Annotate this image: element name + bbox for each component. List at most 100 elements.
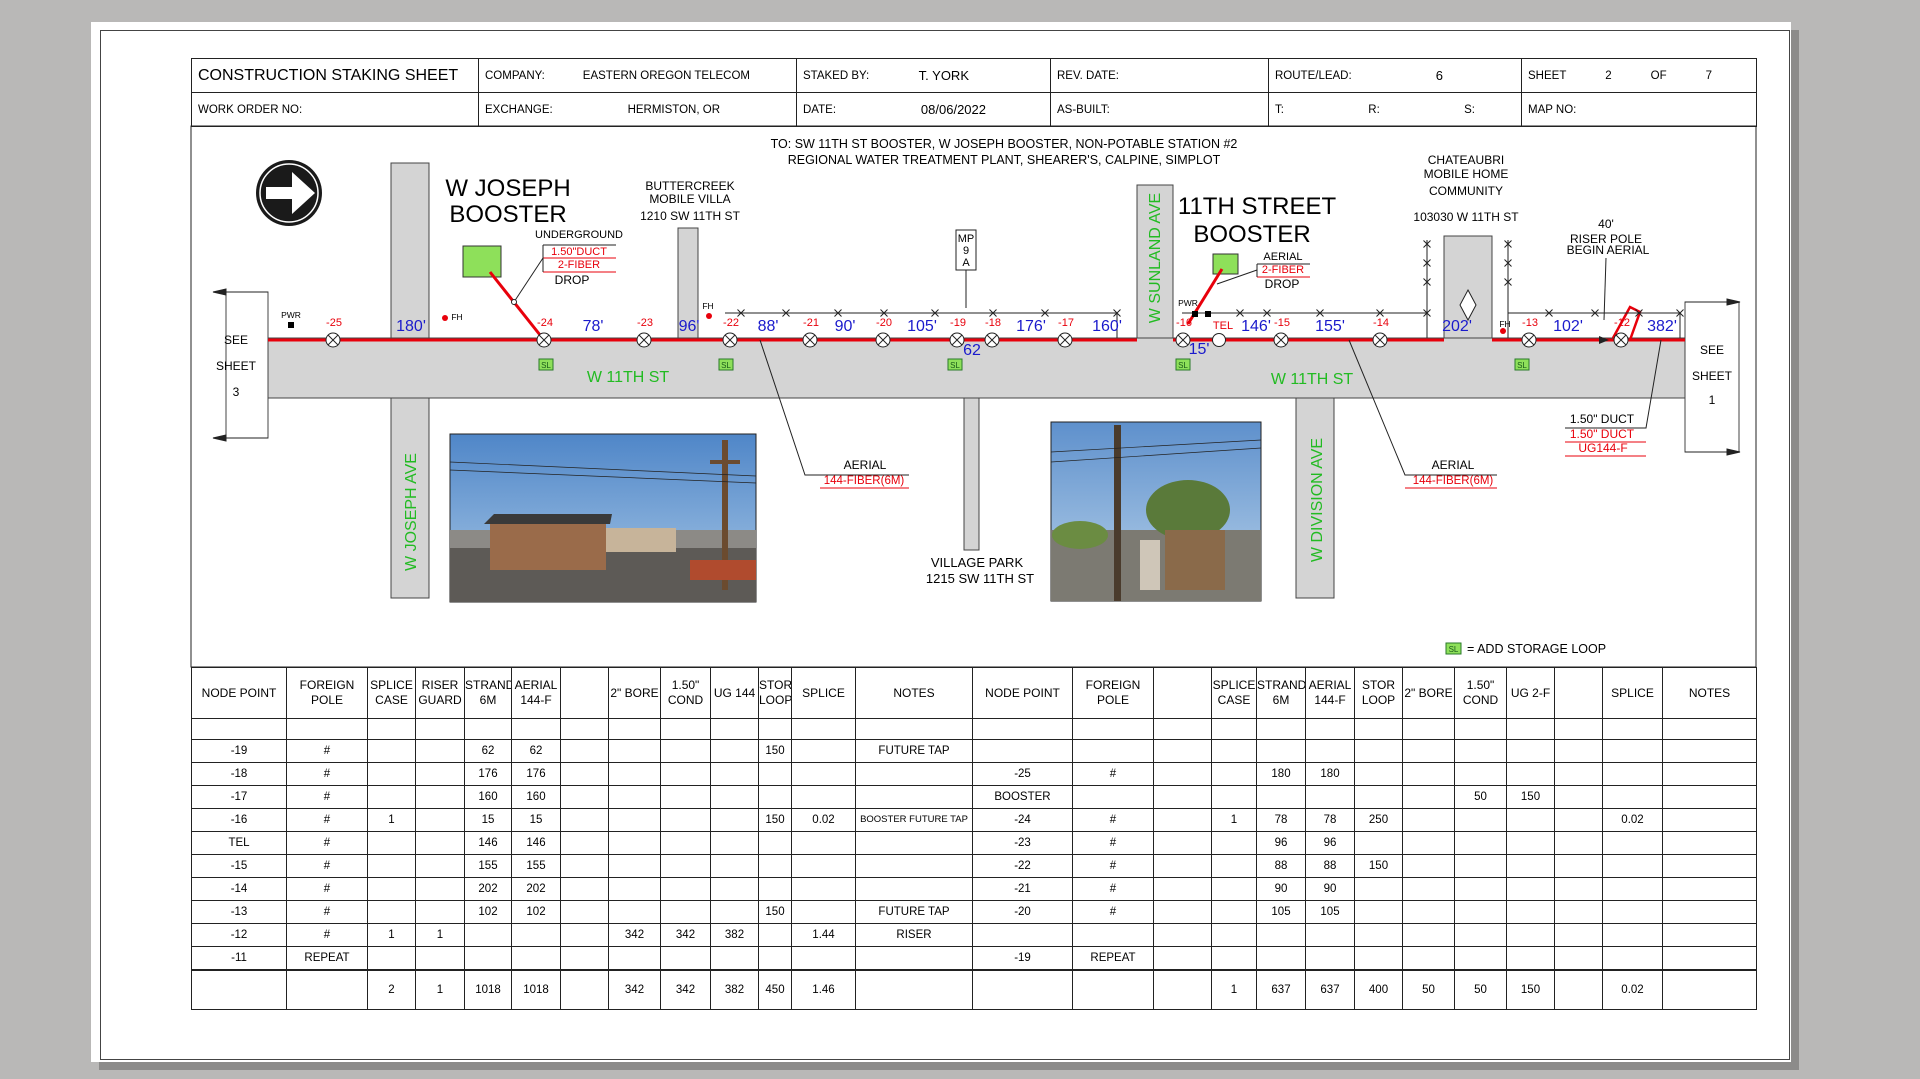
span-length-label: 90' <box>835 318 856 335</box>
table-cell: # <box>286 923 368 947</box>
table-cell <box>1153 831 1212 855</box>
table-row: -25 #180 180 <box>972 762 1757 786</box>
table-cell <box>1602 762 1663 786</box>
table-cell <box>286 718 368 740</box>
fh-label-3: FH <box>1499 319 1510 329</box>
table-cell: 102 <box>464 900 512 924</box>
table-cell <box>660 854 711 878</box>
table-cell <box>415 900 465 924</box>
table-cell: # <box>1072 762 1154 786</box>
table-cell: 90 <box>1256 877 1306 901</box>
storage-loop-icon: SL <box>947 358 963 371</box>
table-cell <box>1153 923 1212 947</box>
span-length-label: 202' <box>1442 318 1472 335</box>
column-header: NOTES <box>1662 667 1757 719</box>
table-cell <box>660 831 711 855</box>
column-header <box>560 667 609 719</box>
table-cell <box>1662 923 1757 947</box>
aerial-callout-a: AERIAL <box>844 458 887 472</box>
table-cell <box>1602 739 1663 763</box>
table-cell <box>791 785 856 809</box>
table-cell: -20 <box>972 900 1073 924</box>
table-cell: BOOSTER <box>972 785 1073 809</box>
column-header: STOR LOOP <box>758 667 792 719</box>
table-row <box>191 718 973 740</box>
chateaubri-label-3: COMMUNITY <box>1429 184 1503 198</box>
total-cell <box>1554 969 1603 1010</box>
table-cell <box>560 831 609 855</box>
pwr-marker-3 <box>1205 311 1211 317</box>
table-cell <box>660 718 711 740</box>
table-cell <box>758 923 792 947</box>
span-length-label: 180' <box>396 318 426 335</box>
table-cell <box>1153 900 1212 924</box>
table-cell <box>1506 923 1555 947</box>
table-cell <box>1072 739 1154 763</box>
table-cell <box>791 762 856 786</box>
table-cell <box>1506 762 1555 786</box>
span-length-label: 78' <box>583 318 604 335</box>
table-cell <box>1554 946 1603 971</box>
see-sheet-right-2: SHEET <box>1692 369 1733 383</box>
table-row <box>972 739 1757 763</box>
table-cell <box>1072 923 1154 947</box>
chateaubri-label-4: 103030 W 11TH ST <box>1413 210 1519 224</box>
node-label: -18 <box>985 317 1001 329</box>
ug-duct-label: 1.50"DUCT <box>551 246 607 258</box>
node-label: -19 <box>950 317 966 329</box>
table-cell <box>367 739 416 763</box>
street-booster-label-1: 11TH STREET <box>1178 193 1337 220</box>
table-cell <box>660 900 711 924</box>
fh-marker-2 <box>706 313 712 319</box>
table-cell: -14 <box>191 877 287 901</box>
span-length-label: 176' <box>1016 318 1046 335</box>
underground-label: UNDERGROUND <box>535 229 623 241</box>
storage-loop-icon: SL <box>718 358 734 371</box>
table-cell <box>560 739 609 763</box>
village-park-label-2: 1215 SW 11TH ST <box>926 571 1034 586</box>
chateaubri-label-2: MOBILE HOME <box>1424 167 1509 181</box>
table-row <box>972 718 1757 740</box>
table-cell: -19 <box>972 946 1073 971</box>
see-sheet-right-3: 1 <box>1709 393 1716 407</box>
node-pole-icon <box>325 332 341 348</box>
total-cell <box>286 969 368 1010</box>
table-cell <box>791 718 856 740</box>
table-cell: # <box>286 808 368 832</box>
table-row: -13 #102 102 150 FUTURE TAP <box>191 900 973 924</box>
table-cell <box>1354 923 1403 947</box>
table-cell <box>1554 808 1603 832</box>
table-cell <box>415 946 465 971</box>
table-cell <box>367 831 416 855</box>
table-cell: 176 <box>511 762 561 786</box>
table-cell <box>1072 785 1154 809</box>
table-cell <box>1662 808 1757 832</box>
table-cell <box>758 762 792 786</box>
table-cell <box>560 854 609 878</box>
node-pole-icon <box>1372 332 1388 348</box>
left-material-table: NODE POINT FOREIGN POLE SPLICE CASE RISER G… <box>191 667 973 1010</box>
table-row: -23 #96 96 <box>972 831 1757 855</box>
table-cell <box>1662 900 1757 924</box>
table-row: -18 #176 176 <box>191 762 973 786</box>
span-length-label: 15' <box>1189 341 1210 358</box>
buttercreek-label-1: BUTTERCREEK <box>645 179 734 193</box>
table-cell: 150 <box>1354 854 1403 878</box>
table-cell: 150 <box>1506 785 1555 809</box>
table-row: -21 #90 90 <box>972 877 1757 901</box>
table-cell: 88 <box>1305 854 1355 878</box>
table-cell <box>1602 877 1663 901</box>
table-cell: 105 <box>1256 900 1306 924</box>
table-cell <box>1454 923 1507 947</box>
table-cell <box>1602 946 1663 971</box>
table-cell <box>367 785 416 809</box>
node-label: -14 <box>1373 317 1389 329</box>
table-cell: 1.44 <box>791 923 856 947</box>
table-cell <box>1153 739 1212 763</box>
table-cell <box>1305 923 1355 947</box>
column-header: STRAND 6M <box>1256 667 1306 719</box>
table-cell: # <box>1072 808 1154 832</box>
column-header: SPLICE CASE <box>1211 667 1257 719</box>
node-pole-icon <box>1057 332 1073 348</box>
table-cell: 0.02 <box>1602 808 1663 832</box>
